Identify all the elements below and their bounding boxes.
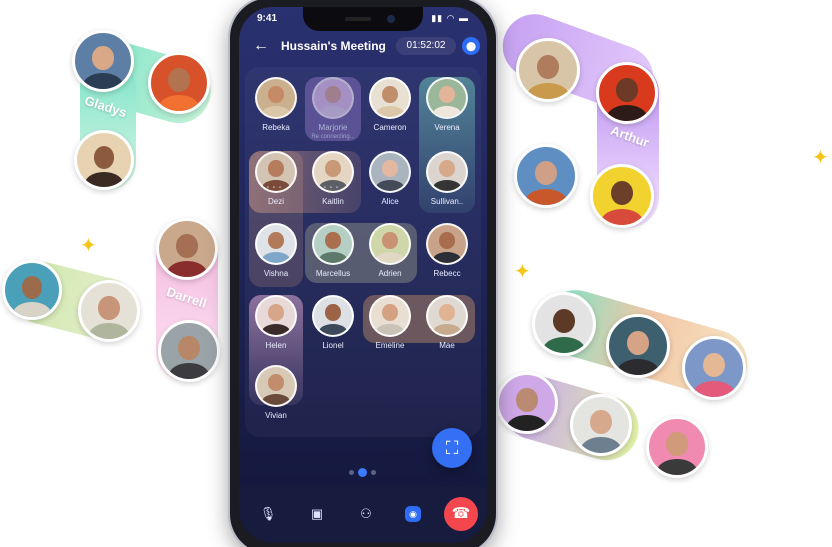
participant-grid: Rebeka Marjorie Re connecting... Cameron… (245, 67, 481, 437)
participant-tile[interactable]: Marjorie Re connecting... (306, 77, 360, 147)
status-icons: ▮▮ ◠ ▬ (431, 13, 469, 23)
floating-avatar (596, 62, 658, 124)
avatar (312, 295, 354, 337)
reconnecting-status: Re connecting... (311, 134, 355, 140)
page-dot[interactable] (371, 470, 376, 476)
camera-icon[interactable]: ▣ (306, 503, 328, 525)
meeting-screen: 9:41 ▮▮ ◠ ▬ ← Hussain's Meeting 01:52:02… (239, 7, 487, 543)
add-participant-icon[interactable]: ⚇ (355, 503, 377, 525)
participant-tile[interactable]: Rebeka (249, 77, 303, 147)
page-dot[interactable] (349, 470, 354, 476)
avatar (369, 77, 411, 119)
participant-tile[interactable]: Emeline (363, 295, 417, 365)
participant-tile[interactable]: ▫▫▫ Dezi (249, 151, 303, 221)
avatar (255, 295, 297, 337)
phone-notch (303, 7, 423, 31)
participant-tile[interactable]: Marcellus (306, 223, 360, 293)
floating-avatar (72, 30, 134, 92)
participant-tile[interactable]: Rebecc (420, 223, 474, 293)
tile-controls: ▫▫▫ (323, 185, 343, 191)
avatar (426, 151, 468, 193)
participant-tile[interactable]: Cameron (363, 77, 417, 147)
participant-tile[interactable]: Verena (420, 77, 474, 147)
floating-avatar (148, 52, 210, 114)
participant-tile[interactable]: Vivian (249, 365, 303, 435)
participant-tile[interactable]: ▫▫▫ Kaitlin (306, 151, 360, 221)
floating-avatar (74, 130, 134, 190)
phone-frame: 9:41 ▮▮ ◠ ▬ ← Hussain's Meeting 01:52:02… (228, 0, 498, 547)
avatar (426, 295, 468, 337)
sparkle-icon: ✦ (514, 261, 531, 283)
participant-name: Sullivan.. (430, 197, 464, 206)
sparkle-icon: ✦ (80, 235, 97, 257)
avatar (312, 77, 354, 119)
floating-avatar (78, 280, 140, 342)
avatar (255, 365, 297, 407)
tile-controls: ▫▫▫ (266, 185, 286, 191)
floating-avatar (532, 292, 596, 356)
floating-avatar (158, 320, 220, 382)
avatar (255, 77, 297, 119)
end-call-button[interactable]: ☎ (444, 497, 478, 531)
floating-avatar (514, 144, 578, 208)
sparkle-icon: ✦ (812, 147, 829, 169)
avatar (369, 151, 411, 193)
call-controls-bar: 🎙 ▣ ⚇ ◉ ☎ (239, 487, 487, 543)
floating-avatar (646, 416, 708, 478)
floating-avatar (606, 314, 670, 378)
participant-name: Vivian (265, 411, 287, 420)
floating-avatar (2, 260, 62, 320)
floating-avatar (516, 38, 580, 102)
screen-share-icon[interactable]: ◉ (405, 506, 421, 522)
floating-avatar (570, 394, 632, 456)
microphone-icon[interactable]: 🎙 (257, 503, 279, 525)
avatar (369, 223, 411, 265)
back-arrow-icon[interactable]: ← (253, 37, 269, 55)
participant-tile[interactable]: Mae (420, 295, 474, 365)
page-dot-active[interactable] (358, 468, 367, 478)
participant-name: Verena (434, 123, 460, 132)
participant-tile[interactable]: Helen (249, 295, 303, 365)
meeting-title: Hussain's Meeting (281, 39, 386, 53)
security-icon[interactable]: ⬤ (462, 37, 480, 55)
participant-tile[interactable]: Lionel (306, 295, 360, 365)
avatar (426, 223, 468, 265)
meeting-header: ← Hussain's Meeting 01:52:02 ⬤ (239, 33, 487, 61)
avatar (426, 77, 468, 119)
floating-avatar (682, 336, 746, 400)
avatar (369, 295, 411, 337)
meeting-timer: 01:52:02 (396, 37, 456, 55)
floating-avatar (496, 372, 558, 434)
floating-avatar (156, 218, 218, 280)
participant-tile[interactable]: Vishna (249, 223, 303, 293)
floating-avatar (590, 164, 654, 228)
page-indicator[interactable] (347, 464, 378, 482)
participant-name: Rebecc (433, 269, 461, 278)
participant-name: Mae (439, 341, 455, 350)
participant-tile[interactable]: Sullivan.. (420, 151, 474, 221)
layout-toggle-button[interactable]: ⛶ (432, 428, 472, 468)
status-time: 9:41 (257, 13, 278, 24)
avatar (255, 223, 297, 265)
participant-tile[interactable]: Alice (363, 151, 417, 221)
participant-tile[interactable]: Adrien (363, 223, 417, 293)
avatar (312, 223, 354, 265)
